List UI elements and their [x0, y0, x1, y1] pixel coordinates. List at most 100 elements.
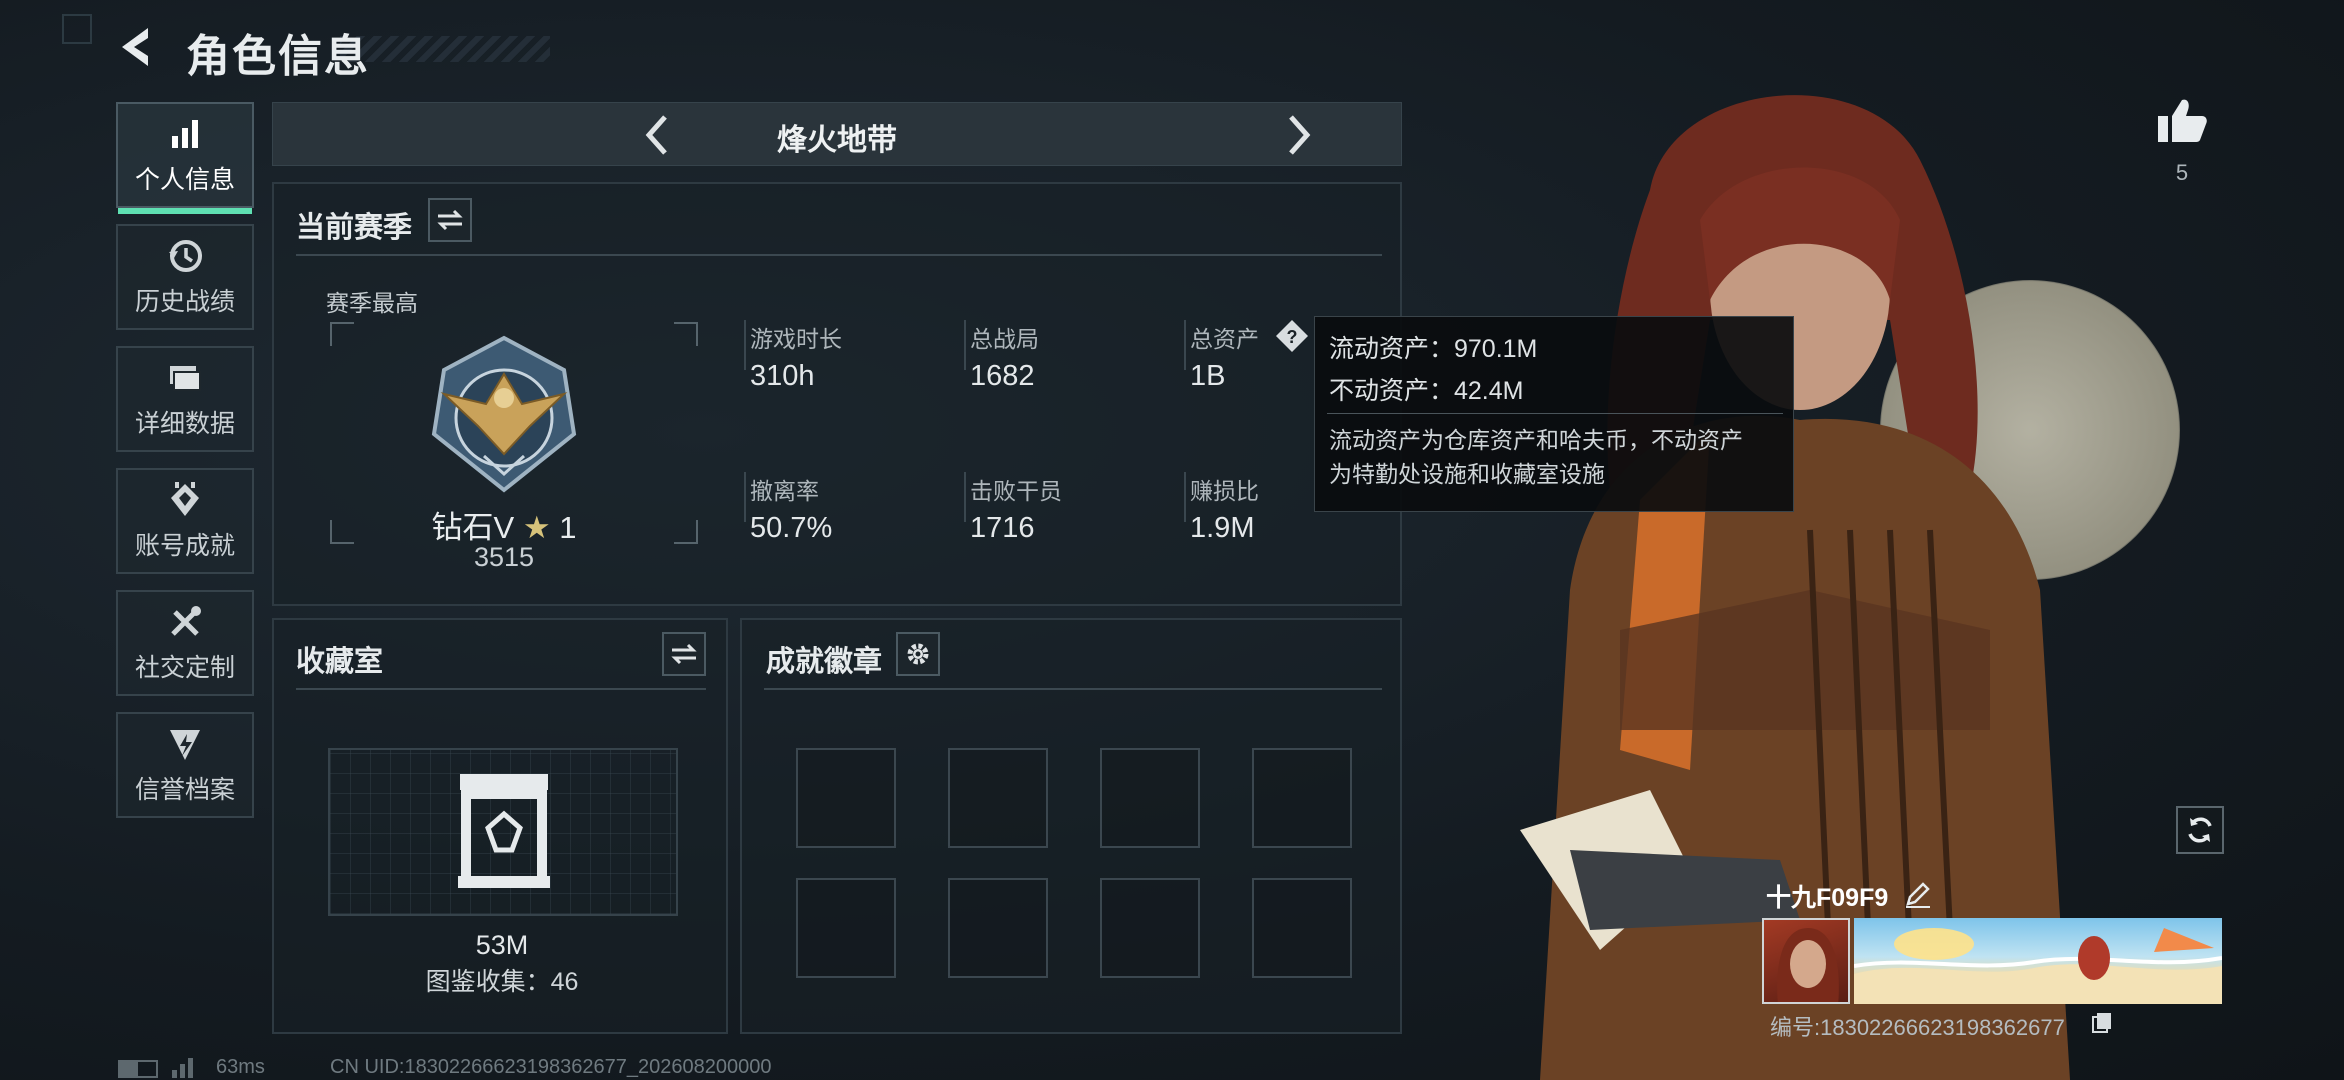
- gear-icon: [907, 643, 929, 665]
- collection-catalog: 图鉴收集：46: [425, 968, 579, 996]
- player-id: 编号:1830226662319836267​7: [1770, 1015, 2065, 1040]
- stat-value: 1B: [1190, 360, 1226, 392]
- chevron-right-icon: [1289, 115, 1311, 155]
- stat-label: 赚损比: [1190, 478, 1259, 504]
- divider: [1184, 472, 1186, 522]
- collection-panel: 收藏室 53M 图鉴收集：46: [272, 618, 728, 1034]
- sidebar-item-history[interactable]: 历史战绩: [116, 224, 254, 330]
- divider: [964, 472, 966, 522]
- uid-text: CN UID:18302266623198362677_202608200000: [330, 1056, 772, 1078]
- badges-title: 成就徽章: [766, 646, 883, 678]
- avatar[interactable]: [1762, 918, 1850, 1004]
- stat-label: 游戏时长: [750, 326, 842, 352]
- badge-slot[interactable]: [1252, 748, 1352, 848]
- stat-label: 撤离率: [750, 478, 819, 504]
- divider: [296, 688, 706, 690]
- swap-icon: [437, 209, 463, 231]
- badge-slot[interactable]: [1100, 748, 1200, 848]
- sidebar-item-label: 信誉档案: [134, 776, 235, 804]
- question-icon: ?: [1276, 320, 1308, 352]
- stat-label: 总战局: [970, 326, 1039, 352]
- divider: [964, 320, 966, 370]
- divider: [764, 688, 1382, 690]
- frame-corner: [330, 520, 354, 544]
- edit-name-button[interactable]: [1904, 880, 1932, 913]
- tooltip-desc-line2: 为特勤处设施和收藏室设施: [1329, 461, 1605, 487]
- rank-score: 3515: [473, 542, 535, 572]
- diamond-rank-emblem: [431, 335, 577, 493]
- like-count: 5: [2175, 160, 2189, 185]
- badge-slot[interactable]: [796, 748, 896, 848]
- avatar-portrait: [1777, 928, 1839, 1002]
- badge-slot[interactable]: [796, 878, 896, 978]
- beach-banner-art: [1854, 928, 2222, 1004]
- stat-value: 1682: [970, 360, 1035, 392]
- divider: [296, 254, 1382, 256]
- mode-selector: 烽火地带: [272, 102, 1402, 166]
- refresh-icon: [2188, 817, 2212, 843]
- season-best-label: 赛季最高: [326, 290, 418, 316]
- divider: [744, 320, 746, 370]
- stat-label: 总资产: [1190, 326, 1259, 352]
- season-title: 当前赛季: [296, 212, 413, 244]
- ping-text: 63ms: [216, 1056, 265, 1078]
- assets-tooltip: 流动资产：970.1M 不动资产：42.4M 流动资产为仓库资产和哈夫币，不动资…: [1314, 316, 1794, 512]
- rank-label: 钻石V: [431, 510, 515, 545]
- rank-stars: 1: [559, 510, 577, 545]
- history-icon: [169, 240, 202, 272]
- help-button[interactable]: ?: [1274, 318, 1310, 359]
- bar-chart-icon: [172, 120, 198, 148]
- sidebar-item-credit[interactable]: 信誉档案: [116, 712, 254, 818]
- stat-value: 310h: [750, 360, 815, 392]
- name-card-banner[interactable]: [1854, 918, 2222, 1004]
- corner-mark: [62, 14, 92, 44]
- sidebar-item-label: 详细数据: [134, 410, 235, 438]
- sidebar-item-personal-info[interactable]: 个人信息: [116, 102, 254, 214]
- sidebar-item-details[interactable]: 详细数据: [116, 346, 254, 452]
- swap-icon: [671, 643, 697, 665]
- player-name: 十九F09F9: [1766, 884, 1889, 912]
- back-arrow-icon: [122, 28, 148, 66]
- collection-switch-button[interactable]: [662, 632, 706, 676]
- page-title: 角色信息: [186, 32, 370, 81]
- badge-slot[interactable]: [1252, 878, 1352, 978]
- sidebar-item-label: 账号成就: [134, 532, 235, 560]
- badge-settings-button[interactable]: [896, 632, 940, 676]
- badge-slot[interactable]: [948, 748, 1048, 848]
- battery-icon: [118, 1060, 158, 1078]
- sidebar-item-social[interactable]: 社交定制: [116, 590, 254, 696]
- collection-preview[interactable]: [328, 748, 678, 916]
- copy-id-button[interactable]: [2090, 1010, 2114, 1039]
- badges-panel: 成就徽章: [740, 618, 1402, 1034]
- achievement-icon: [171, 482, 199, 516]
- divider: [744, 472, 746, 522]
- rank-name: 钻石V ★ 1: [424, 502, 584, 547]
- tooltip-liquid-assets: 流动资产：970.1M: [1329, 335, 1538, 363]
- folder-icon: [170, 366, 201, 391]
- sidebar-item-label: 个人信息: [134, 166, 235, 194]
- collection-value: 53M: [475, 930, 529, 960]
- badge-slot[interactable]: [1100, 878, 1200, 978]
- collection-title: 收藏室: [296, 646, 384, 678]
- sidebar-item-achievements[interactable]: 账号成就: [116, 468, 254, 574]
- divider: [1327, 413, 1783, 414]
- mode-next-button[interactable]: [1273, 111, 1321, 159]
- like-button[interactable]: [2156, 96, 2208, 149]
- title-decoration: [340, 36, 550, 62]
- thumbs-up-icon: [2158, 99, 2207, 142]
- mode-title: 烽火地带: [777, 124, 897, 157]
- stat-value: 1.9M: [1190, 512, 1255, 544]
- tools-icon: [171, 606, 201, 636]
- stat-value: 50.7%: [750, 512, 833, 544]
- copy-icon: [2092, 1013, 2111, 1033]
- season-panel: 当前赛季 赛季最高 钻石V ★ 1 3515 游戏时长 310h 总战局 168…: [272, 182, 1402, 606]
- back-button[interactable]: [112, 22, 162, 72]
- frame-corner: [330, 322, 354, 346]
- pencil-icon: [1906, 882, 1930, 908]
- badge-slot[interactable]: [948, 878, 1048, 978]
- season-switch-button[interactable]: [428, 198, 472, 242]
- vault-icon: [458, 774, 550, 888]
- svg-text:?: ?: [1287, 327, 1298, 347]
- refresh-button[interactable]: [2176, 806, 2224, 854]
- tooltip-fixed-assets: 不动资产：42.4M: [1329, 377, 1524, 405]
